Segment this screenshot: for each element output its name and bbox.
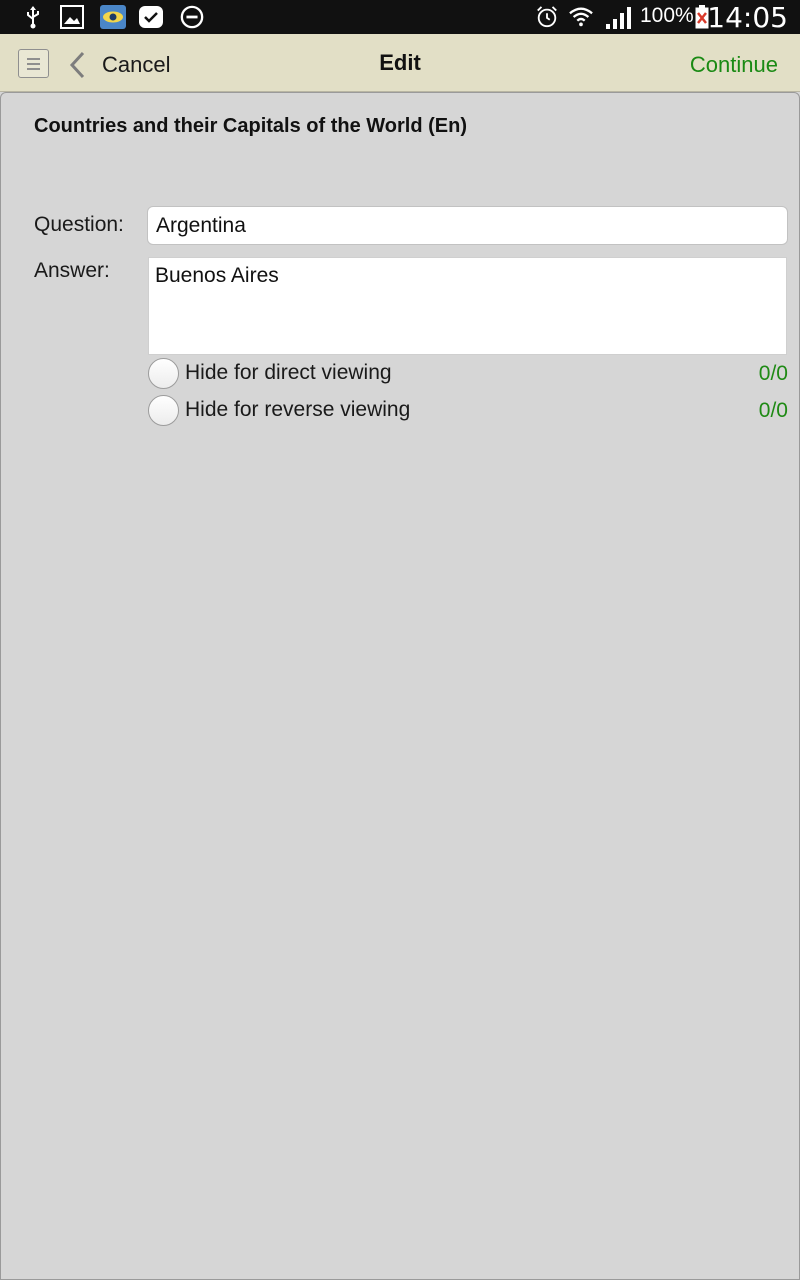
question-label: Question:	[34, 213, 124, 236]
answer-input[interactable]: Buenos Aires	[148, 257, 787, 355]
image-icon	[60, 5, 84, 29]
edit-card-panel: Countries and their Capitals of the Worl…	[0, 92, 800, 1280]
hide-reverse-label: Hide for reverse viewing	[185, 398, 411, 421]
hide-direct-count: 0/0	[758, 362, 788, 385]
alarm-icon	[537, 6, 557, 28]
deck-title: Countries and their Capitals of the Worl…	[34, 115, 467, 137]
hide-reverse-option[interactable]: Hide for reverse viewing 0/0	[148, 395, 788, 427]
do-not-disturb-icon	[180, 5, 204, 29]
signal-icon	[606, 7, 631, 29]
app-eye-icon	[100, 5, 126, 29]
hide-reverse-count: 0/0	[758, 399, 788, 422]
hide-reverse-radio[interactable]	[148, 395, 179, 426]
answer-label: Answer:	[34, 259, 110, 282]
hide-direct-option[interactable]: Hide for direct viewing 0/0	[148, 358, 788, 390]
check-icon	[139, 6, 163, 28]
wifi-icon	[569, 7, 593, 27]
battery-percent: 100%	[640, 4, 694, 27]
status-time: 14:05	[707, 1, 788, 34]
hide-direct-label: Hide for direct viewing	[185, 361, 392, 384]
continue-button[interactable]: Continue	[690, 52, 778, 78]
page-title: Edit	[379, 50, 421, 75]
hide-direct-radio[interactable]	[148, 358, 179, 389]
question-input[interactable]	[147, 206, 788, 245]
action-bar: Cancel Edit Continue	[0, 34, 800, 92]
usb-icon	[27, 6, 39, 29]
status-bar: 100% 14:05	[0, 0, 800, 34]
